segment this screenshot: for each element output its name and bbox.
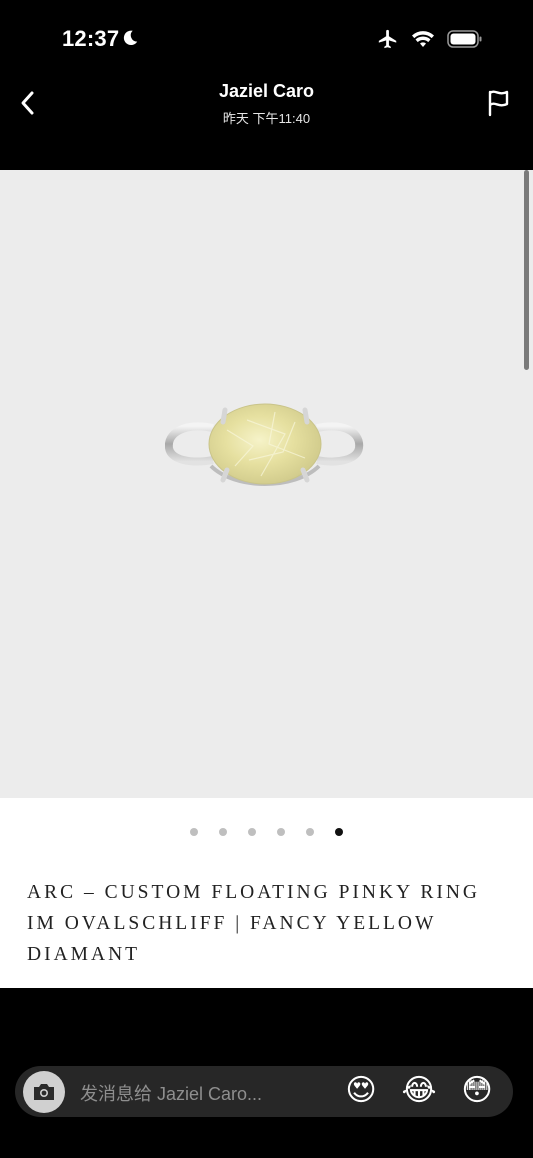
message-composer[interactable]: 发消息给 Jaziel Caro... 😍 😂 😳 (15, 1066, 513, 1117)
status-bar: 12:37 (0, 0, 533, 80)
pagination-dot[interactable] (277, 828, 285, 836)
pagination-dot[interactable] (248, 828, 256, 836)
message-input[interactable]: 发消息给 Jaziel Caro... (80, 1080, 262, 1106)
shared-product-card[interactable]: ARC – CUSTOM FLOATING PINKY RING IM OVAL… (0, 170, 533, 988)
contact-name[interactable]: Jaziel Caro (0, 81, 533, 102)
image-pagination[interactable] (0, 828, 533, 836)
product-image[interactable] (0, 170, 533, 798)
pagination-dot[interactable] (190, 828, 198, 836)
battery-icon (447, 30, 482, 48)
status-time: 12:37 (62, 26, 120, 51)
airplane-icon (378, 29, 397, 49)
ring-image (165, 403, 364, 486)
camera-icon (34, 1084, 54, 1100)
product-title[interactable]: ARC – CUSTOM FLOATING PINKY RING IM OVAL… (27, 877, 487, 970)
reaction-tears-of-joy[interactable]: 😂 (399, 1071, 439, 1111)
moon-icon (123, 30, 138, 46)
flag-icon[interactable] (485, 88, 513, 118)
camera-button[interactable] (23, 1071, 65, 1113)
chat-header: Jaziel Caro 昨天 下午11:40 (0, 72, 533, 136)
reaction-flushed[interactable]: 😳 (457, 1071, 497, 1111)
image-scrollbar[interactable] (524, 170, 529, 370)
reaction-heart-eyes[interactable]: 😍 (341, 1071, 381, 1111)
pagination-dot-active[interactable] (335, 828, 343, 836)
wifi-icon (412, 31, 434, 47)
last-active-time: 昨天 下午11:40 (222, 111, 311, 126)
pagination-dot[interactable] (219, 828, 227, 836)
pagination-dot[interactable] (306, 828, 314, 836)
